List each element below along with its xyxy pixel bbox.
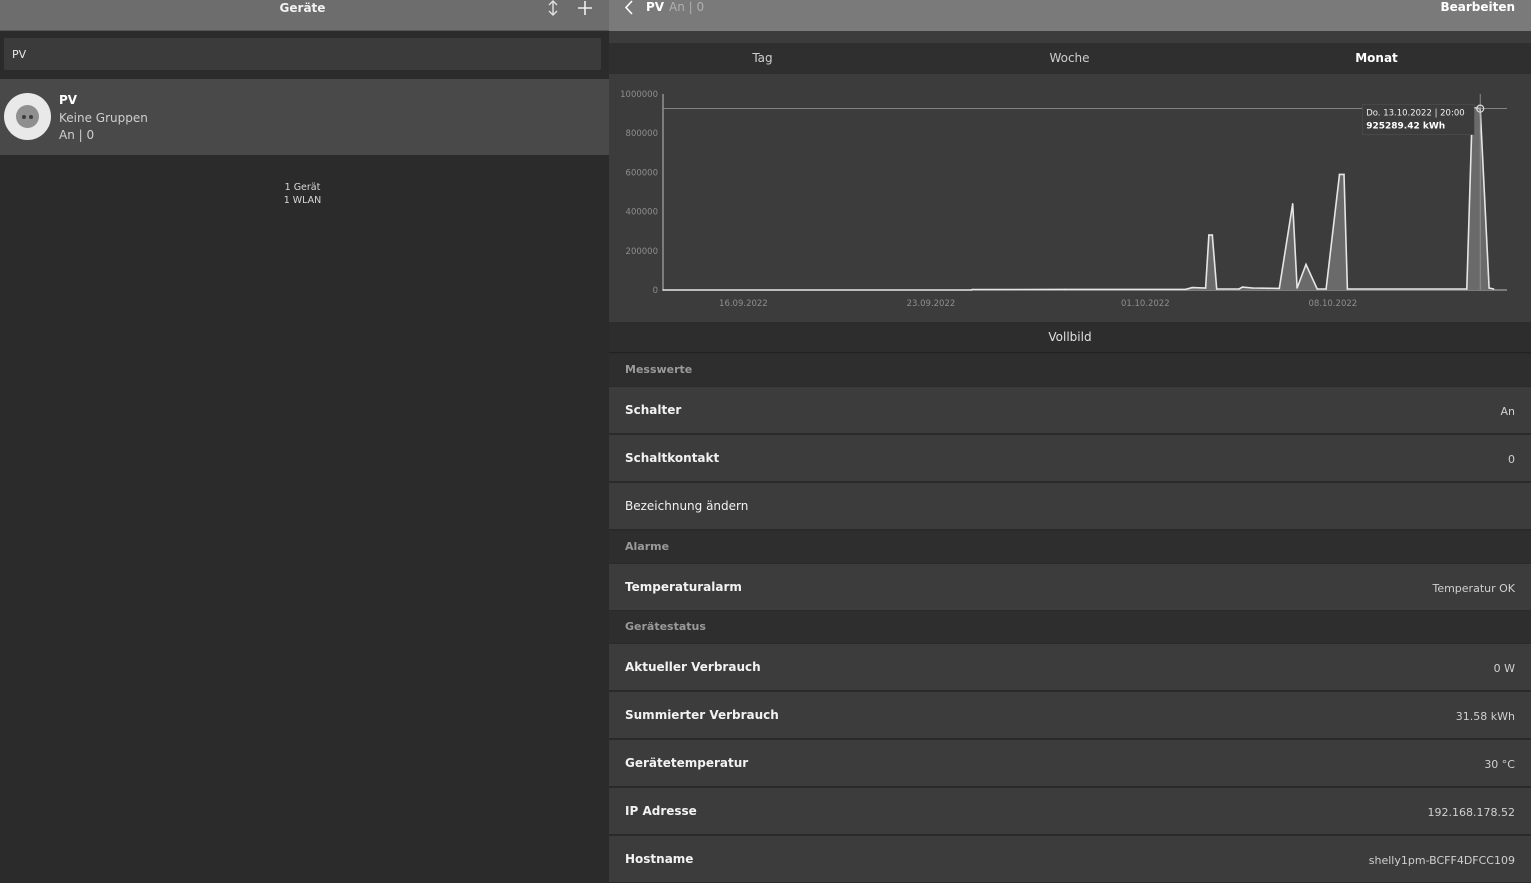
section-measurements: Messwerte [609,354,1531,386]
row-label: Schaltkontakt [625,451,720,465]
row-label: Bezeichnung ändern [625,499,749,513]
fullscreen-button[interactable]: Vollbild [609,322,1531,353]
data-point [1184,288,1187,291]
chevron-left-icon[interactable] [623,0,635,15]
row-value: 0 W [1493,662,1515,675]
data-point [1488,287,1490,289]
row-label: Aktueller Verbrauch [625,660,761,674]
data-point [1291,203,1294,205]
x-tick-label: 16.09.2022 [719,299,768,309]
consumption-chart[interactable]: 0 200000 400000 600000 800000 1000000 16.09.20… [609,74,1531,322]
x-tick-label: 08.10.2022 [1309,299,1358,309]
data-point [1211,234,1214,236]
tooltip-date: Do. 13.10.2022 | 20:00 [1366,109,1464,119]
device-list-title: Geräte [279,1,326,15]
data-point [1191,286,1193,289]
y-tick-label: 1000000 [620,90,658,100]
row-label: Temperaturalarm [625,580,742,594]
data-point [1251,287,1254,289]
row-current-consumption[interactable]: Aktueller Verbrauch 0 W [609,644,1531,691]
row-label: Schalter [625,403,682,417]
row-label: Hostname [625,852,694,866]
detail-subtitle: An | 0 [669,0,705,14]
row-value: An [1500,405,1516,418]
row-temperature-alarm[interactable]: Temperaturalarm Temperatur OK [609,564,1531,611]
tab-day[interactable]: Tag [609,43,916,74]
row-value: 31.58 kWh [1455,710,1515,723]
device-list-header: Geräte [0,0,609,31]
row-rename[interactable]: Bezeichnung ändern [609,483,1531,530]
row-hostname[interactable]: Hostname shelly1pm-BCFF4DFCC109 [609,836,1531,883]
row-value: Temperatur OK [1432,582,1515,595]
row-switch-contact[interactable]: Schaltkontakt 0 [609,435,1531,482]
y-tick-label: 0 [653,286,658,296]
plug-icon [4,93,51,140]
search-input[interactable] [4,38,601,70]
data-point [1343,173,1345,176]
period-tabs: Tag Woche Monat [609,43,1531,74]
data-point [1064,288,1066,291]
consumption-chart-svg: 0 200000 400000 600000 800000 1000000 16.09.20… [620,90,1507,309]
device-count: 1 Gerät [284,182,321,193]
row-label: IP Adresse [625,804,697,818]
y-tick-label: 800000 [626,129,658,139]
edit-button[interactable]: Bearbeiten [1440,0,1515,15]
row-switch[interactable]: Schalter An [609,387,1531,434]
data-point [1316,288,1318,290]
data-point [1338,173,1341,176]
row-device-temperature[interactable]: Gerätetemperatur 30 °C [609,740,1531,787]
tab-week[interactable]: Woche [916,43,1223,74]
data-point [1305,263,1307,266]
detail-title: PV [646,0,665,14]
data-point [1241,286,1244,288]
header-divider [609,31,1531,43]
data-point [1492,288,1495,290]
x-tick-label: 23.09.2022 [907,299,956,309]
sort-icon[interactable] [546,0,560,16]
wlan-count: 1 WLAN [283,195,322,206]
data-point [1204,287,1207,289]
data-point [1238,288,1240,290]
row-label: Summierter Verbrauch [625,708,779,722]
add-icon[interactable] [577,0,593,16]
data-point [1278,287,1281,290]
row-value: 192.168.178.52 [1427,806,1515,819]
row-ip-address[interactable]: IP Adresse 192.168.178.52 [609,788,1531,835]
row-value: 30 °C [1484,758,1515,771]
row-value: shelly1pm-BCFF4DFCC109 [1368,854,1515,867]
device-list-pane: Geräte PV Keine Gruppen An | 0 1 Gerät 1… [0,0,609,872]
device-groups: Keine Gruppen [59,111,148,125]
data-point [1296,287,1298,289]
row-label: Gerätetemperatur [625,756,749,770]
device-state: An | 0 [59,128,95,142]
data-point [1466,288,1468,290]
y-tick-label: 200000 [626,247,658,257]
device-name: PV [59,93,78,107]
data-point [1208,234,1210,236]
tab-month[interactable]: Monat [1223,43,1530,74]
series-area [663,107,1494,290]
device-detail-pane: PV An | 0 Bearbeiten Tag Woche Monat 0 20… [609,0,1531,883]
data-point [1215,288,1218,290]
row-total-consumption[interactable]: Summierter Verbrauch 31.58 kWh [609,692,1531,739]
y-tick-label: 600000 [626,168,658,178]
detail-header: PV An | 0 Bearbeiten [609,0,1531,43]
x-tick-label: 01.10.2022 [1121,299,1170,309]
data-point [1325,288,1327,290]
series-line [663,106,1494,291]
device-summary: 1 Gerät 1 WLAN [0,181,605,207]
data-point [971,288,973,291]
section-device-status: Gerätestatus [609,611,1531,643]
section-alarms: Alarme [609,531,1531,563]
y-tick-label: 400000 [626,208,658,218]
data-point [662,289,664,291]
row-value: 0 [1508,453,1515,466]
data-point [1346,288,1349,290]
tooltip-value: 925289.42 kWh [1366,122,1445,132]
